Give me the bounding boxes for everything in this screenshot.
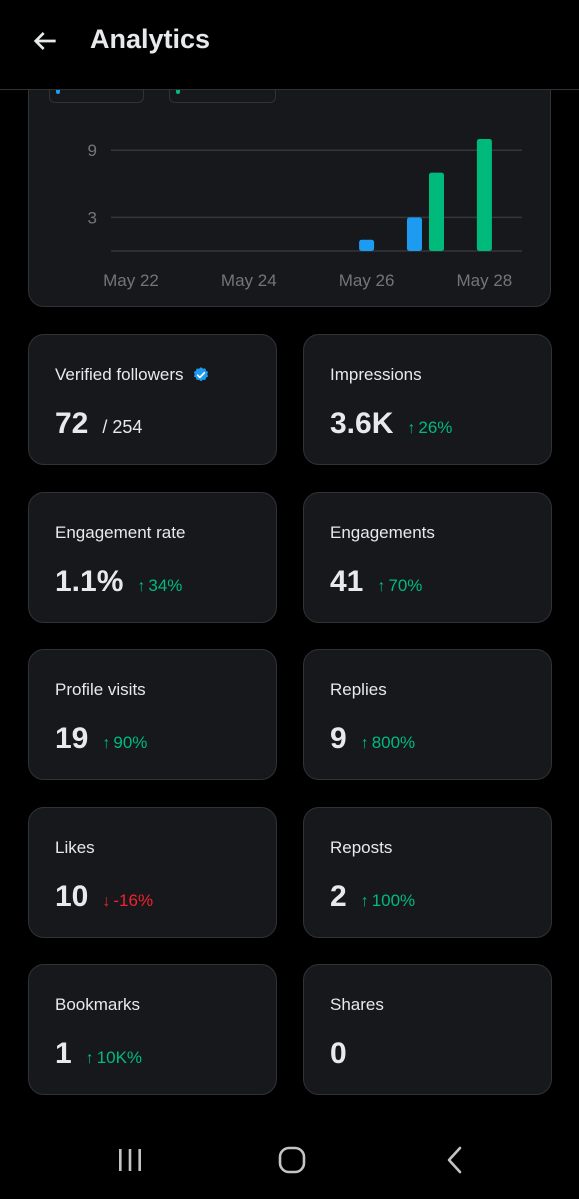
stat-value: 0 [330, 1037, 347, 1070]
stat-value: 9 [330, 722, 347, 755]
stat-change: ↑ 34% [137, 576, 182, 596]
stat-value-row: 10 ↓ -16% [55, 880, 153, 914]
stat-change-value: 800% [371, 733, 416, 752]
stat-change-value: 26% [418, 418, 453, 437]
bar-series-1[interactable] [429, 172, 444, 251]
stat-value-row: 19 ↑ 90% [55, 722, 147, 756]
arrow-left-icon [33, 32, 56, 50]
bar-series-0[interactable] [359, 239, 375, 251]
y-tick-label: 9 [88, 141, 97, 160]
stat-value: 41 [330, 564, 364, 598]
stat-label: Engagements [330, 522, 435, 542]
stat-label: Verified followers [55, 365, 184, 384]
verified-badge-icon [193, 367, 208, 382]
home-icon [278, 1146, 306, 1174]
x-tick-label: May 26 [339, 271, 395, 290]
back-chevron-icon [447, 1146, 462, 1174]
x-tick-label: May 28 [457, 271, 513, 290]
x-tick-label: May 22 [103, 271, 159, 290]
stat-change: ↓ -16% [102, 891, 153, 911]
stat-card[interactable]: Likes 10 ↓ -16% [28, 806, 277, 938]
stat-label-row: Bookmarks [55, 995, 140, 1015]
stat-value: 1.1% [55, 564, 124, 598]
stat-value: 3.6K [330, 407, 394, 440]
stat-change: ↑ 800% [361, 733, 415, 753]
arrow-up-icon: ↑ [102, 735, 111, 752]
stat-value-row: 2 ↑ 100% [330, 880, 415, 914]
system-nav-bar [0, 1120, 579, 1199]
stat-change-value: 90% [113, 733, 148, 752]
stat-change: ↑ 100% [361, 891, 415, 911]
chart-card: 3 9 May 22 May 24 May 26 May 28 [28, 60, 551, 307]
stat-value: 10 [55, 879, 89, 913]
stat-value-row: 1.1% ↑ 34% [55, 565, 182, 599]
stat-change-value: 34% [148, 575, 183, 595]
stat-label-row: Impressions [330, 365, 422, 385]
y-tick-label: 3 [88, 208, 97, 227]
stat-label: Profile visits [55, 680, 146, 699]
arrow-up-icon: ↑ [137, 577, 146, 595]
stat-value-row: 9 ↑ 800% [330, 722, 415, 756]
stat-label-row: Reposts [330, 838, 392, 858]
stat-label: Likes [55, 837, 95, 857]
stat-change-value: 70% [388, 575, 423, 595]
bar-series-0[interactable] [407, 217, 422, 251]
stat-change: ↑ 10K% [86, 1048, 142, 1068]
arrow-up-icon: ↑ [360, 892, 369, 910]
stat-change-value: 10K% [96, 1048, 143, 1067]
stat-label-row: Shares [330, 995, 384, 1015]
stat-change: ↑ 26% [407, 418, 452, 438]
recent-apps-button[interactable] [100, 1140, 160, 1180]
stat-label: Impressions [330, 365, 422, 384]
arrow-up-icon: ↑ [360, 735, 369, 752]
stat-change-value: 100% [371, 890, 416, 910]
stat-card[interactable]: Engagement rate 1.1% ↑ 34% [28, 491, 277, 623]
stat-label-row: Replies [330, 680, 387, 700]
arrow-down-icon: ↓ [102, 892, 111, 910]
stat-label-row: Verified followers [55, 365, 210, 385]
arrow-up-icon: ↑ [407, 420, 416, 437]
stat-label-row: Profile visits [55, 680, 146, 700]
system-back-button[interactable] [425, 1140, 485, 1180]
stat-card[interactable]: Verified followers 72 / 254 [28, 334, 277, 465]
stat-value-row: 1 ↑ 10K% [55, 1037, 142, 1071]
stat-card[interactable]: Reposts 2 ↑ 100% [303, 806, 552, 938]
arrow-up-icon: ↑ [85, 1050, 94, 1067]
back-button[interactable] [26, 22, 64, 60]
home-button[interactable] [262, 1140, 322, 1180]
stat-value-row: 72 / 254 [55, 407, 142, 441]
stat-value: 72 [55, 407, 89, 440]
stat-value-row: 3.6K ↑ 26% [330, 407, 452, 441]
stat-change: ↑ 70% [377, 576, 422, 596]
stat-label: Replies [330, 680, 387, 699]
stat-card[interactable]: Shares 0 [303, 964, 552, 1095]
stat-label: Shares [330, 995, 384, 1014]
stat-label-row: Engagement rate [55, 523, 185, 543]
stat-label: Engagement rate [55, 522, 186, 542]
stat-value: 1 [55, 1037, 72, 1070]
bar-series-1[interactable] [476, 139, 492, 251]
stat-label-row: Engagements [330, 523, 435, 543]
stat-card[interactable]: Impressions 3.6K ↑ 26% [303, 334, 552, 465]
stat-card[interactable]: Engagements 41 ↑ 70% [303, 491, 552, 623]
stat-label-row: Likes [55, 838, 95, 858]
arrow-up-icon: ↑ [377, 577, 386, 595]
stat-change-value: -16% [113, 890, 154, 910]
recent-apps-icon [119, 1149, 141, 1171]
page-title: Analytics [90, 24, 211, 54]
stat-label: Bookmarks [55, 995, 141, 1014]
app-header: Analytics [0, 0, 579, 90]
stat-label: Reposts [330, 837, 393, 857]
stat-value-row: 41 ↑ 70% [330, 565, 422, 599]
x-tick-label: May 24 [221, 271, 277, 290]
stat-value-row: 0 [330, 1037, 347, 1071]
stat-change: ↑ 90% [102, 733, 147, 753]
stat-card[interactable]: Bookmarks 1 ↑ 10K% [28, 964, 277, 1095]
stat-value: 2 [330, 879, 347, 913]
stat-card[interactable]: Replies 9 ↑ 800% [303, 649, 552, 780]
stat-card[interactable]: Profile visits 19 ↑ 90% [28, 649, 277, 780]
stat-total: / 254 [102, 417, 143, 437]
stat-value: 19 [55, 722, 89, 755]
bar-chart: 3 9 May 22 May 24 May 26 May 28 [88, 139, 522, 290]
